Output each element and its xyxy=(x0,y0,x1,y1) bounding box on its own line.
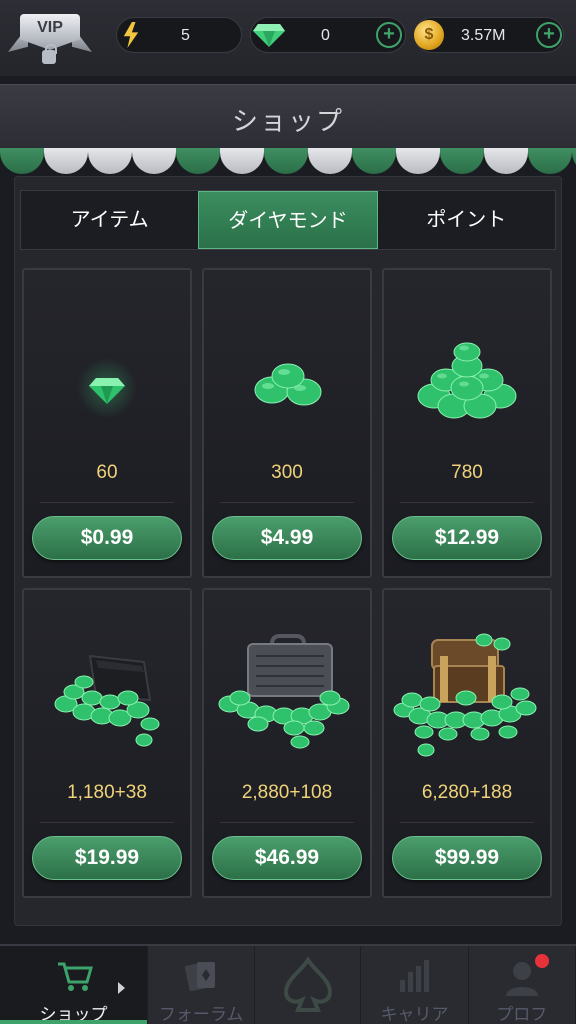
buy-button[interactable]: $46.99 xyxy=(212,836,362,880)
product-card[interactable]: 780 $12.99 xyxy=(382,268,552,578)
notification-badge xyxy=(534,954,549,968)
product-card[interactable]: 1,180+38 $19.99 xyxy=(22,588,192,898)
lock-icon xyxy=(42,44,57,64)
add-coins-button[interactable]: + xyxy=(536,22,562,48)
product-card[interactable]: 300 $4.99 xyxy=(202,268,372,578)
shop-tabs: アイテム ダイヤモンド ポイント xyxy=(20,190,556,250)
shop-header: ショップ xyxy=(0,84,576,148)
gem-briefcase-icon xyxy=(218,634,350,749)
buy-button[interactable]: $12.99 xyxy=(392,516,542,560)
gem-amount: 2,880+108 xyxy=(241,782,333,803)
nav-forum[interactable]: フォーラム xyxy=(148,946,256,1024)
product-card[interactable]: 6,280+188 $99.99 xyxy=(382,588,552,898)
product-card[interactable]: 60 $0.99 xyxy=(22,268,192,578)
page-title: ショップ xyxy=(231,106,344,136)
gem-wallet-icon xyxy=(54,654,160,747)
gem-amount: 60 xyxy=(96,462,118,483)
gem-amount: 300 xyxy=(271,462,303,483)
cards-icon xyxy=(185,962,216,992)
nav-home[interactable] xyxy=(255,946,362,1024)
add-gems-button[interactable]: + xyxy=(376,22,402,48)
gem-value: 0 xyxy=(321,27,330,44)
buy-button[interactable]: $99.99 xyxy=(392,836,542,880)
gem-cluster-small-icon xyxy=(254,363,322,406)
tab-items[interactable]: アイテム xyxy=(21,191,198,249)
nav-profile[interactable]: プロフ xyxy=(469,946,576,1024)
gem-pile-icon xyxy=(417,342,517,419)
nav-career[interactable]: キャリア xyxy=(361,946,469,1024)
coin-icon: $ xyxy=(414,20,444,50)
chevron-right-icon xyxy=(118,982,125,994)
gem-amount: 1,180+38 xyxy=(67,782,147,803)
diamond-icon xyxy=(253,24,285,47)
buy-button[interactable]: $4.99 xyxy=(212,516,362,560)
spade-logo-icon xyxy=(283,956,332,1012)
buy-button[interactable]: $19.99 xyxy=(32,836,182,880)
cart-icon xyxy=(57,962,93,991)
coin-value: 3.57M xyxy=(461,27,506,44)
tab-points[interactable]: ポイント xyxy=(378,191,555,249)
vip-badge[interactable]: VIP xyxy=(8,8,92,68)
gem-treasure-chest-icon xyxy=(393,633,537,757)
product-card[interactable]: 2,880+108 $46.99 xyxy=(202,588,372,898)
nav-label: プロフ xyxy=(496,1005,548,1024)
tab-diamonds[interactable]: ダイヤモンド xyxy=(198,191,378,249)
awning-decoration xyxy=(0,148,576,176)
top-status-bar: VIP 5 0 + 3.57M $ + xyxy=(0,0,576,76)
energy-value: 5 xyxy=(181,27,190,44)
nav-label: キャリア xyxy=(380,1005,449,1024)
buy-button[interactable]: $0.99 xyxy=(32,516,182,560)
single-gem-icon xyxy=(77,358,137,418)
gem-amount: 780 xyxy=(451,462,483,483)
bar-chart-icon xyxy=(400,960,430,992)
nav-label: フォーラム xyxy=(158,1005,244,1024)
nav-shop[interactable]: ショップ xyxy=(0,946,148,1024)
gem-amount: 6,280+188 xyxy=(421,782,513,803)
bottom-nav: ショップ フォーラム キャリア プロフ xyxy=(0,944,576,1024)
